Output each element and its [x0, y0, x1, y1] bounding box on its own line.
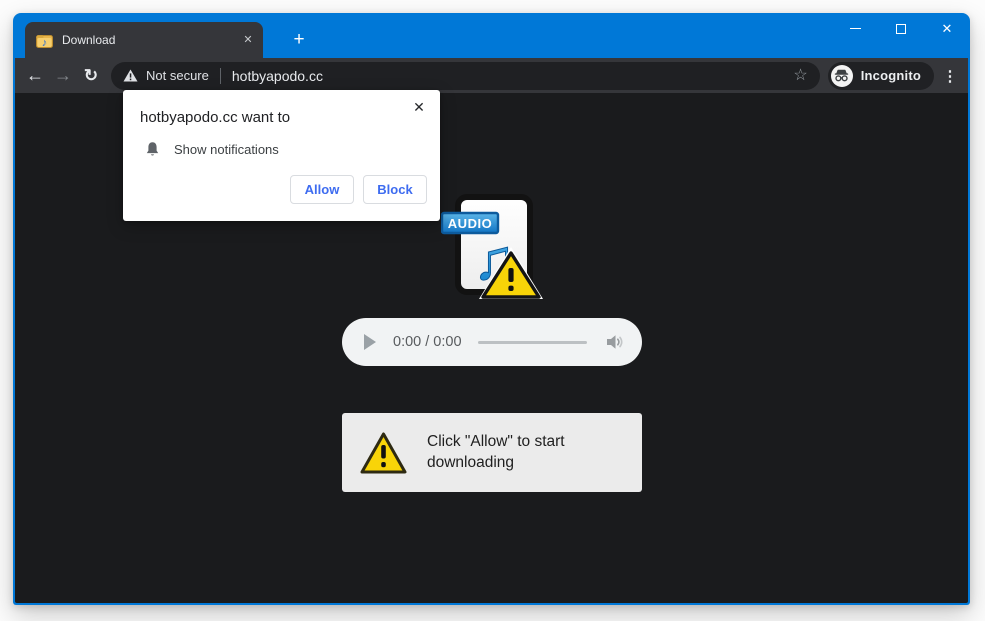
tab-favicon-music-folder-icon: ♪: [36, 33, 53, 48]
title-bar: ♪ Download ✕ + ✕: [13, 13, 970, 58]
browser-window: ♪ Download ✕ + ✕ ← → ↻ Not secure: [13, 13, 970, 605]
notification-permission-dialog: ✕ hotbyapodo.cc want to Show notificatio…: [123, 90, 440, 221]
back-button[interactable]: ←: [21, 62, 49, 90]
allow-button[interactable]: Allow: [290, 175, 354, 204]
play-icon[interactable]: [364, 334, 376, 350]
maximize-button[interactable]: [878, 13, 924, 44]
volume-icon[interactable]: [605, 334, 624, 350]
bookmark-star-icon[interactable]: ☆: [791, 68, 809, 84]
player-seek-bar[interactable]: [478, 341, 587, 344]
new-tab-button[interactable]: +: [285, 28, 313, 52]
alert-message: Click "Allow" to start downloading: [427, 432, 624, 474]
not-secure-label: Not secure: [146, 68, 209, 83]
player-time: 0:00 / 0:00: [393, 334, 462, 350]
maximize-icon: [896, 24, 906, 34]
incognito-badge: Incognito: [828, 62, 934, 90]
not-secure-warning-icon: [123, 69, 138, 82]
tab-close-button[interactable]: ✕: [239, 31, 257, 49]
audio-player[interactable]: 0:00 / 0:00: [342, 318, 642, 366]
close-icon: ✕: [942, 22, 953, 35]
dialog-close-button[interactable]: ✕: [410, 98, 428, 116]
permission-row: Show notifications: [145, 141, 440, 158]
navigation-bar: ← → ↻ Not secure hotbyapodo.cc ☆: [15, 58, 968, 93]
svg-text:♪: ♪: [42, 37, 48, 48]
dialog-actions: Allow Block: [290, 175, 427, 204]
minimize-button[interactable]: [832, 13, 878, 44]
browser-menu-button[interactable]: ⋮: [940, 67, 960, 85]
omnibox-divider: [220, 68, 221, 84]
url-text: hotbyapodo.cc: [232, 68, 323, 84]
minimize-icon: [850, 28, 861, 29]
audio-file-warning-illustration: AUDIO ♫: [441, 193, 545, 301]
forward-button[interactable]: →: [49, 62, 77, 90]
close-window-button[interactable]: ✕: [924, 13, 970, 44]
window-controls: ✕: [832, 13, 970, 44]
dialog-title: hotbyapodo.cc want to: [123, 90, 440, 126]
permission-label: Show notifications: [174, 142, 279, 157]
tab-title: Download: [62, 33, 239, 47]
download-alert-banner: Click "Allow" to start downloading: [342, 413, 642, 492]
tab-download[interactable]: ♪ Download ✕: [25, 22, 263, 58]
address-bar[interactable]: Not secure hotbyapodo.cc ☆: [111, 62, 820, 90]
alert-warning-triangle-icon: [359, 431, 408, 475]
incognito-icon: [831, 65, 853, 87]
bell-icon: [145, 141, 160, 158]
reload-button[interactable]: ↻: [77, 62, 105, 90]
block-button[interactable]: Block: [363, 175, 427, 204]
incognito-label: Incognito: [861, 68, 921, 83]
